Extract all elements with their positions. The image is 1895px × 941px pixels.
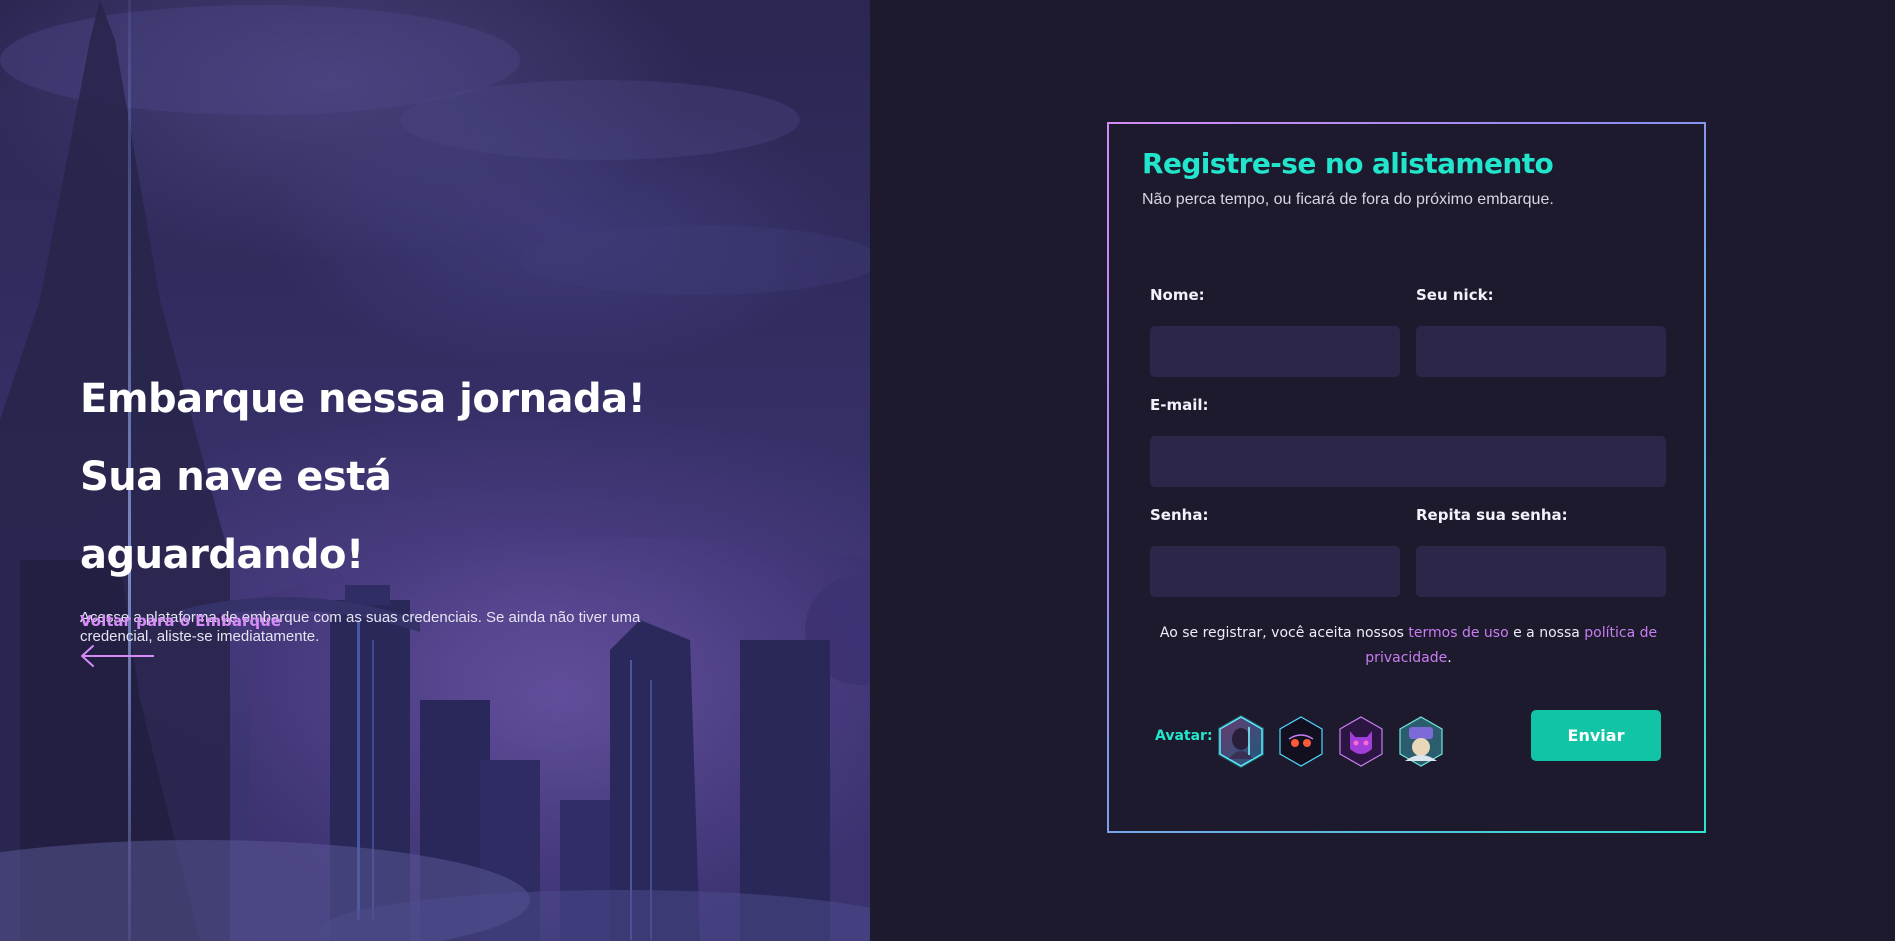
name-label: Nome: xyxy=(1150,286,1205,304)
terms-prefix: Ao se registrar, você aceita nossos xyxy=(1159,625,1409,641)
terms-notice: Ao se registrar, você aceita nossos term… xyxy=(1142,621,1675,671)
terms-of-use-link[interactable]: termos de uso xyxy=(1408,625,1508,641)
registration-form: Registre-se no alistamento Não perca tem… xyxy=(1107,122,1706,833)
repeat-password-label: Repita sua senha: xyxy=(1416,506,1568,524)
hero-panel: Embarque nessa jornada! Sua nave está ag… xyxy=(0,0,870,941)
terms-suffix: . xyxy=(1447,650,1452,666)
form-subtitle: Não perca tempo, ou ficará de fora do pr… xyxy=(1142,191,1554,208)
avatar-option-2[interactable] xyxy=(1275,713,1327,770)
avatar-option-3[interactable] xyxy=(1335,713,1387,770)
terms-middle: e a nossa xyxy=(1508,625,1585,641)
form-title: Registre-se no alistamento xyxy=(1142,147,1554,180)
hero-title-line2: Sua nave está aguardando! xyxy=(80,454,392,578)
email-label: E-mail: xyxy=(1150,396,1209,414)
hero-content: Embarque nessa jornada! Sua nave está ag… xyxy=(80,360,680,646)
avatar-option-1[interactable] xyxy=(1215,713,1267,770)
password-label: Senha: xyxy=(1150,506,1209,524)
nick-input[interactable] xyxy=(1416,326,1666,377)
hero-title-line1: Embarque nessa jornada! xyxy=(80,376,646,422)
arrow-left-icon[interactable] xyxy=(80,644,155,668)
name-input[interactable] xyxy=(1150,326,1400,377)
nick-label: Seu nick: xyxy=(1416,286,1494,304)
avatar-label: Avatar: xyxy=(1155,728,1213,744)
back-to-boarding-link[interactable]: Voltar para o Embarque xyxy=(80,612,281,630)
password-input[interactable] xyxy=(1150,546,1400,597)
submit-button[interactable]: Enviar xyxy=(1531,710,1661,761)
repeat-password-input[interactable] xyxy=(1416,546,1666,597)
avatar-option-4[interactable] xyxy=(1395,713,1447,770)
email-input[interactable] xyxy=(1150,436,1666,487)
